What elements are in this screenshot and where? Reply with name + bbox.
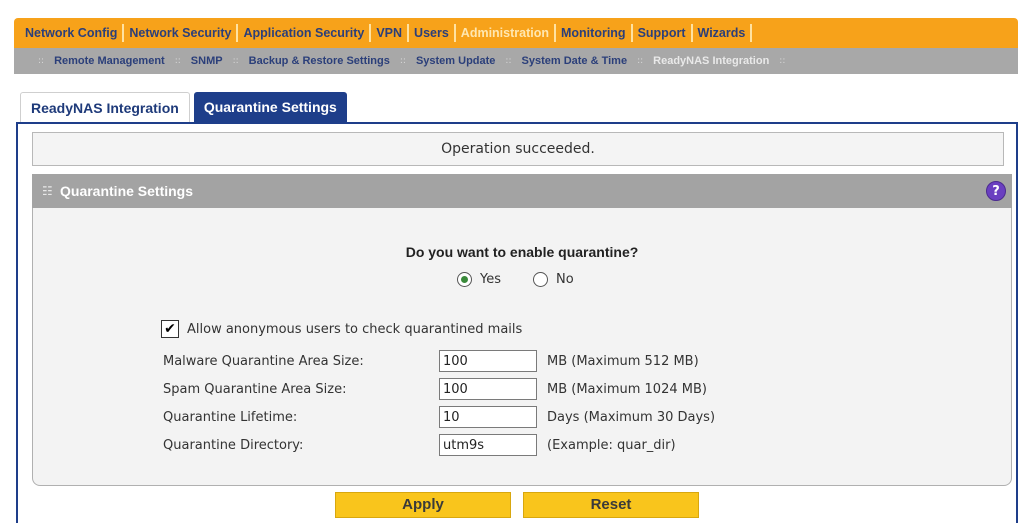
nav-application-security[interactable]: Application Security	[238, 18, 369, 48]
content-area: Operation succeeded. ☷ Quarantine Settin…	[16, 122, 1018, 523]
spam-size-input[interactable]	[439, 378, 537, 400]
panel-title: Quarantine Settings	[60, 183, 194, 199]
main-nav: Network Config Network Security Applicat…	[14, 18, 1018, 48]
malware-size-label: Malware Quarantine Area Size:	[163, 353, 364, 369]
nav-users[interactable]: Users	[409, 18, 454, 48]
subnav-backup-restore[interactable]: Backup & Restore Settings	[243, 55, 396, 67]
quarantine-question: Do you want to enable quarantine?	[405, 244, 639, 260]
anonymous-access-checkbox[interactable]: ✔	[161, 320, 179, 338]
subnav-bullet: ::	[637, 56, 644, 66]
nav-monitoring[interactable]: Monitoring	[556, 18, 631, 48]
subnav-bullet: ::	[399, 56, 406, 66]
quarantine-radio-group: Yes No	[457, 272, 574, 287]
nav-separator	[750, 24, 753, 42]
nav-network-config[interactable]: Network Config	[20, 18, 122, 48]
status-message: Operation succeeded.	[32, 132, 1004, 166]
anonymous-access-label: Allow anonymous users to check quarantin…	[187, 321, 523, 337]
lifetime-input[interactable]	[439, 406, 537, 428]
directory-label: Quarantine Directory:	[163, 437, 304, 453]
lifetime-row: Quarantine Lifetime: Days (Maximum 30 Da…	[163, 406, 715, 428]
subnav-bullet: ::	[779, 56, 786, 66]
panel-body: Do you want to enable quarantine? Yes No…	[32, 208, 1012, 486]
nav-wizards[interactable]: Wizards	[693, 18, 751, 48]
nav-support[interactable]: Support	[633, 18, 691, 48]
subnav-bullet: ::	[505, 56, 512, 66]
directory-row: Quarantine Directory: (Example: quar_dir…	[163, 434, 676, 456]
apply-button[interactable]: Apply	[335, 492, 511, 518]
malware-size-input[interactable]	[439, 350, 537, 372]
malware-size-hint: MB (Maximum 512 MB)	[547, 353, 699, 369]
subnav-readynas-integration[interactable]: ReadyNAS Integration	[647, 55, 775, 67]
subnav-system-date-time[interactable]: System Date & Time	[516, 55, 634, 67]
lifetime-hint: Days (Maximum 30 Days)	[547, 409, 716, 425]
radio-yes-label: Yes	[480, 272, 501, 287]
spam-size-label: Spam Quarantine Area Size:	[163, 381, 347, 397]
anonymous-access-row: ✔ Allow anonymous users to check quarant…	[161, 320, 522, 338]
radio-yes[interactable]	[457, 272, 472, 287]
help-icon[interactable]: ?	[986, 181, 1006, 201]
radio-no-label: No	[556, 272, 574, 287]
nav-network-security[interactable]: Network Security	[124, 18, 236, 48]
spam-size-hint: MB (Maximum 1024 MB)	[547, 381, 707, 397]
reset-button[interactable]: Reset	[523, 492, 699, 518]
malware-size-row: Malware Quarantine Area Size: MB (Maximu…	[163, 350, 699, 372]
subnav-bullet: ::	[232, 56, 239, 66]
tab-bar: ReadyNAS Integration Quarantine Settings	[20, 92, 347, 122]
nav-vpn[interactable]: VPN	[371, 18, 407, 48]
spam-size-row: Spam Quarantine Area Size: MB (Maximum 1…	[163, 378, 707, 400]
panel-header: ☷ Quarantine Settings ?	[32, 174, 1012, 208]
subnav-bullet: ::	[38, 56, 45, 66]
sub-nav: :: Remote Management :: SNMP :: Backup &…	[14, 48, 1018, 74]
app-frame: Network Config Network Security Applicat…	[8, 8, 1023, 523]
tab-quarantine-settings[interactable]: Quarantine Settings	[193, 92, 347, 122]
lifetime-label: Quarantine Lifetime:	[163, 409, 298, 425]
radio-no[interactable]	[533, 272, 548, 287]
directory-hint: (Example: quar_dir)	[547, 437, 676, 453]
tab-readynas-integration[interactable]: ReadyNAS Integration	[20, 92, 190, 122]
grip-icon: ☷	[42, 184, 53, 198]
subnav-snmp[interactable]: SNMP	[185, 55, 229, 67]
directory-input[interactable]	[439, 434, 537, 456]
subnav-remote-management[interactable]: Remote Management	[48, 55, 171, 67]
subnav-bullet: ::	[174, 56, 181, 66]
nav-administration[interactable]: Administration	[456, 18, 554, 48]
button-row: Apply Reset	[18, 492, 1016, 518]
subnav-system-update[interactable]: System Update	[410, 55, 501, 67]
